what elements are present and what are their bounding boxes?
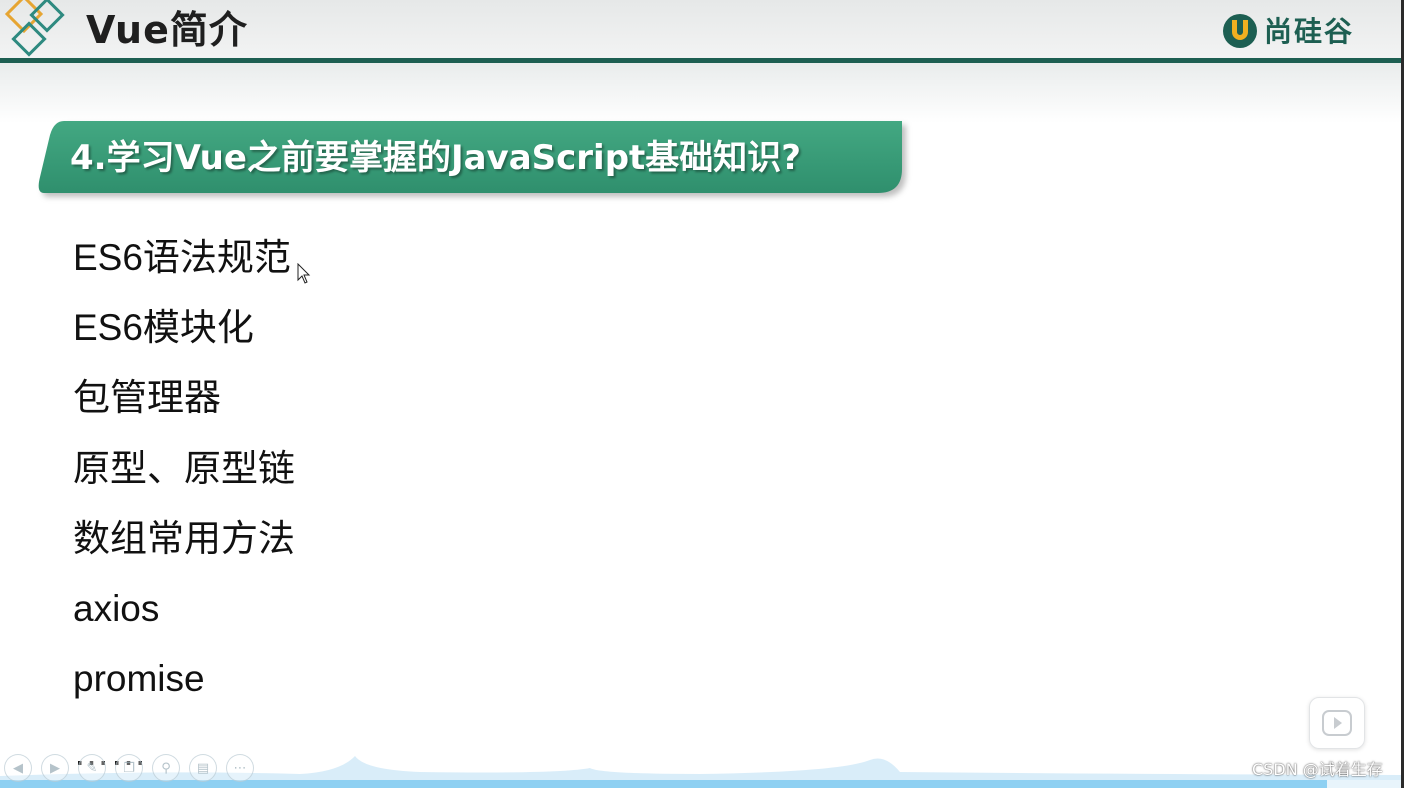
zoom-icon[interactable]: ⚲ — [152, 754, 180, 782]
list-item: 数组常用方法 — [73, 518, 295, 559]
list-item: ES6模块化 — [73, 307, 254, 348]
copy-icon[interactable]: ❐ — [115, 754, 143, 782]
more-icon[interactable]: ⋯ — [226, 754, 254, 782]
play-icon — [1322, 710, 1352, 736]
list-item: 包管理器 — [73, 377, 221, 418]
slide-title: Vue简介 — [86, 8, 248, 52]
list-item: promise — [73, 658, 205, 699]
brand-u-icon — [1223, 14, 1257, 48]
header-gradient — [0, 63, 1404, 123]
csdn-watermark: CSDN @试着生存 — [1252, 760, 1383, 779]
header-divider — [0, 58, 1404, 63]
previous-icon[interactable]: ◀ — [4, 754, 32, 782]
player-controls: ◀ ▶ ✎ ❐ ⚲ ▤ ⋯ — [4, 754, 254, 782]
list-item: 原型、原型链 — [73, 448, 295, 489]
diamond-logo-icon — [4, 0, 65, 57]
brand-name: 尚硅谷 — [1264, 15, 1355, 48]
play-button[interactable] — [1309, 697, 1365, 749]
next-icon[interactable]: ▶ — [41, 754, 69, 782]
list-item: axios — [73, 588, 160, 629]
section-banner: 4.学习Vue之前要掌握的JavaScript基础知识? — [36, 121, 904, 195]
screen-icon[interactable]: ▤ — [189, 754, 217, 782]
pen-icon[interactable]: ✎ — [78, 754, 106, 782]
section-heading: 4.学习Vue之前要掌握的JavaScript基础知识? — [70, 138, 802, 178]
brand-logo: 尚硅谷 — [1220, 8, 1380, 52]
list-item: ES6语法规范 — [73, 237, 291, 278]
mouse-cursor-icon — [297, 263, 311, 284]
